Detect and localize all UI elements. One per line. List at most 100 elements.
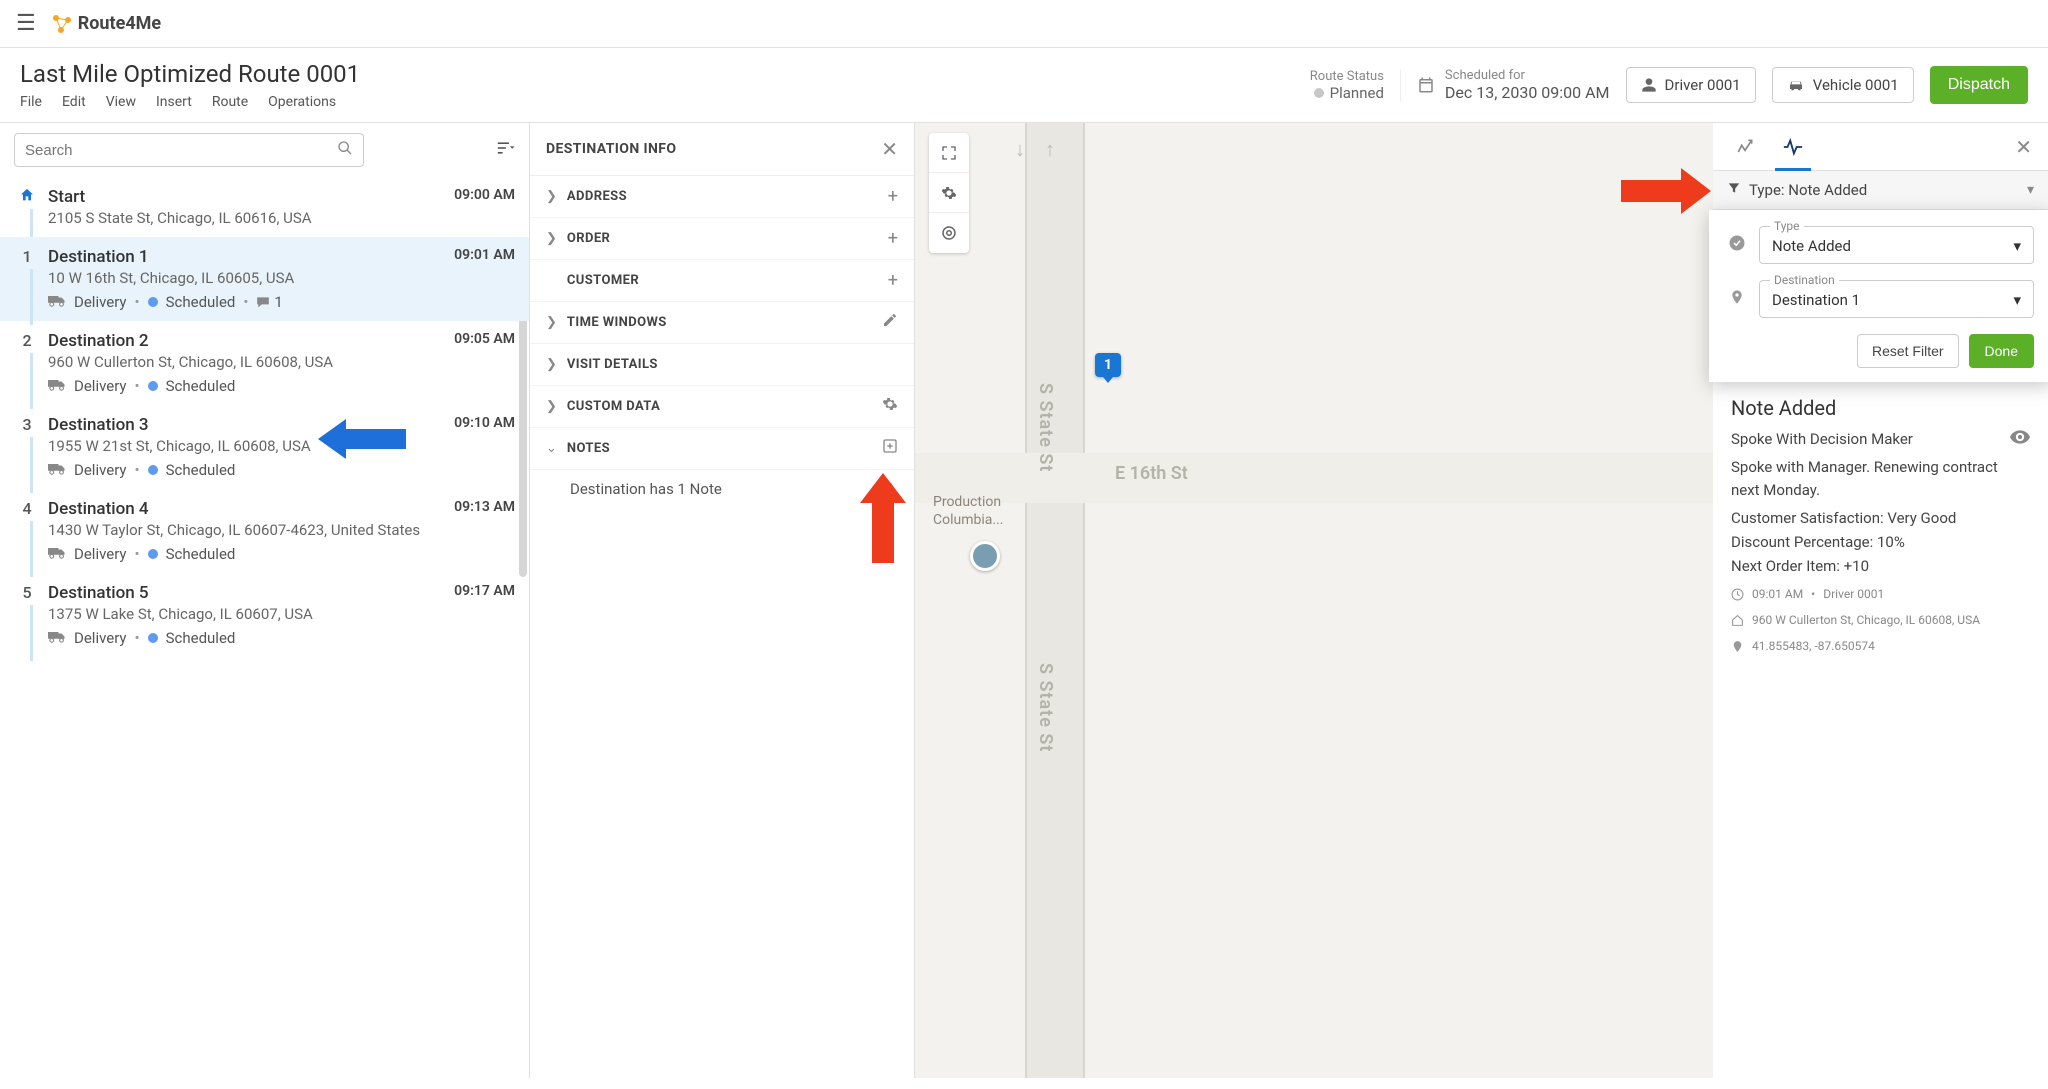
map[interactable]: S State St S State St E 16th St Producti… (915, 123, 2048, 1078)
stop-name: Destination 4 (48, 499, 442, 519)
sort-icon[interactable] (495, 140, 515, 161)
search-icon[interactable] (337, 140, 353, 160)
chevron-right-icon: ❯ (546, 399, 557, 414)
section-order[interactable]: ❯ORDER + (530, 218, 914, 260)
vehicle-pill[interactable]: Vehicle 0001 (1772, 67, 1914, 103)
note-subtitle: Spoke With Decision Maker (1731, 430, 1913, 448)
stop-name: Destination 5 (48, 583, 442, 603)
stop-status: Scheduled (166, 293, 236, 311)
stop-status: Scheduled (166, 545, 236, 563)
section-time-windows[interactable]: ❯TIME WINDOWS (530, 302, 914, 344)
tab-route-activity[interactable] (1721, 123, 1769, 171)
menu-operations[interactable]: Operations (268, 94, 336, 110)
menu-edit[interactable]: Edit (62, 94, 86, 110)
stop-item[interactable]: 3Destination 31955 W 21st St, Chicago, I… (0, 405, 529, 489)
close-icon[interactable]: ✕ (2015, 135, 2032, 159)
stop-name: Destination 1 (48, 247, 442, 267)
reset-filter-button[interactable]: Reset Filter (1857, 334, 1959, 368)
menu-insert[interactable]: Insert (156, 94, 192, 110)
menu-icon[interactable]: ☰ (16, 11, 36, 36)
header: Last Mile Optimized Route 0001 File Edit… (0, 48, 2048, 123)
logo[interactable]: Route4Me (52, 13, 161, 34)
filter-type-select[interactable]: Type Note Added▾ (1759, 226, 2034, 264)
truck-icon (48, 377, 66, 395)
logo-text: Route4Me (78, 13, 161, 34)
truck-icon (48, 629, 66, 647)
filter-bar[interactable]: Type: Note Added ▾ (1713, 171, 2048, 210)
field-label: Type (1770, 219, 1804, 233)
status-value: Planned (1330, 84, 1384, 102)
notes-summary[interactable]: Destination has 1 Note ❯ (530, 470, 914, 508)
search-box[interactable] (14, 133, 364, 167)
vehicle-name: Vehicle 0001 (1813, 76, 1899, 94)
menu-file[interactable]: File (20, 94, 42, 110)
scheduled-label: Scheduled for (1445, 68, 1610, 83)
stop-address: 960 W Cullerton St, Chicago, IL 60608, U… (48, 353, 442, 371)
menu-view[interactable]: View (106, 94, 136, 110)
field-value: Destination 1 (1772, 291, 1860, 309)
gear-icon[interactable] (929, 173, 969, 213)
menu-route[interactable]: Route (212, 94, 248, 110)
truck-icon (48, 293, 66, 311)
chevron-down-icon[interactable]: ▾ (2027, 182, 2034, 198)
note-coords: 41.855483, -87.650574 (1752, 639, 1875, 653)
filter-destination-select[interactable]: Destination Destination 1▾ (1759, 280, 2034, 318)
dispatch-button[interactable]: Dispatch (1930, 66, 2028, 104)
note-time: 09:01 AM (1752, 587, 1803, 601)
route-title: Last Mile Optimized Route 0001 (20, 60, 1294, 88)
stop-item[interactable]: 2Destination 2960 W Cullerton St, Chicag… (0, 321, 529, 405)
status-label: Route Status (1310, 69, 1384, 84)
note-detail: Note Added Spoke With Decision Maker Spo… (1713, 382, 2048, 667)
stop-address: 1375 W Lake St, Chicago, IL 60607, USA (48, 605, 442, 623)
eye-icon[interactable] (2010, 430, 2030, 448)
chevron-right-icon: ❯ (546, 315, 557, 330)
filter-summary: Type: Note Added (1749, 181, 2019, 199)
stop-type: Delivery (74, 293, 127, 311)
gear-icon[interactable] (882, 396, 898, 417)
section-address[interactable]: ❯ADDRESS + (530, 176, 914, 218)
note-kv: Next Order Item: +10 (1731, 557, 2030, 575)
section-notes[interactable]: ⌄NOTES (530, 428, 914, 470)
stop-item[interactable]: Start2105 S State St, Chicago, IL 60616,… (0, 177, 529, 237)
stop-item[interactable]: 1Destination 110 W 16th St, Chicago, IL … (0, 237, 529, 321)
map-pin[interactable]: 1 (1095, 353, 1121, 377)
menu-bar: File Edit View Insert Route Operations (20, 94, 1294, 110)
filter-popover: Type Note Added▾ Destination Destination… (1709, 210, 2048, 382)
section-label: NOTES (567, 441, 610, 456)
edit-icon[interactable] (882, 312, 898, 333)
map-poi-icon[interactable] (970, 541, 1000, 571)
tab-timeline-active[interactable] (1769, 123, 1817, 171)
status-dot-icon (148, 465, 158, 475)
scheduled-block: Scheduled for Dec 13, 2030 09:00 AM (1417, 68, 1610, 102)
annotation-arrow-red-up (860, 473, 906, 563)
add-icon[interactable]: + (888, 270, 898, 291)
done-button[interactable]: Done (1969, 334, 2034, 368)
section-customer[interactable]: ❯CUSTOMER + (530, 260, 914, 302)
add-icon[interactable]: + (888, 186, 898, 207)
stop-time: 09:10 AM (454, 415, 515, 479)
stop-item[interactable]: 4Destination 41430 W Taylor St, Chicago,… (0, 489, 529, 573)
close-icon[interactable]: ✕ (881, 137, 898, 161)
stop-status: Scheduled (166, 629, 236, 647)
chevron-down-icon: ▾ (2013, 291, 2021, 309)
fullscreen-icon[interactable] (929, 133, 969, 173)
target-icon[interactable] (929, 213, 969, 253)
add-icon[interactable]: + (888, 228, 898, 249)
stop-status: Scheduled (166, 461, 236, 479)
map-controls (929, 133, 969, 253)
driver-pill[interactable]: Driver 0001 (1626, 67, 1756, 103)
status-dot-icon (1314, 88, 1324, 98)
stop-address: 1430 W Taylor St, Chicago, IL 60607-4623… (48, 521, 442, 539)
stop-address: 2105 S State St, Chicago, IL 60616, USA (48, 209, 442, 227)
section-visit-details[interactable]: ❯VISIT DETAILS + (530, 344, 914, 386)
stop-item[interactable]: 5Destination 51375 W Lake St, Chicago, I… (0, 573, 529, 657)
stop-time: 09:05 AM (454, 331, 515, 395)
chevron-down-icon: ▾ (2013, 237, 2021, 255)
status-dot-icon (148, 549, 158, 559)
note-address: 960 W Cullerton St, Chicago, IL 60608, U… (1752, 613, 1980, 627)
add-note-icon[interactable] (882, 438, 898, 459)
search-input[interactable] (25, 142, 337, 159)
chevron-right-icon: ❯ (546, 357, 557, 372)
map-poi-text: Production (933, 493, 1003, 511)
section-custom-data[interactable]: ❯CUSTOM DATA (530, 386, 914, 428)
